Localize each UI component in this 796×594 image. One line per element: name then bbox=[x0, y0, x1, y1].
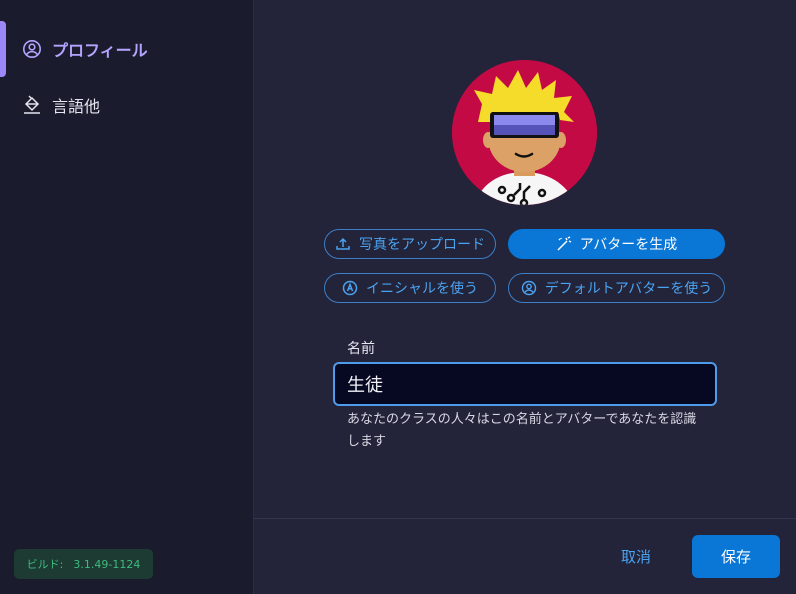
avatar-illustration bbox=[452, 60, 597, 205]
sidebar-item-language[interactable]: 言語他 bbox=[0, 77, 253, 133]
use-initials-button[interactable]: イニシャルを使う bbox=[324, 273, 496, 303]
active-indicator bbox=[0, 21, 6, 77]
use-default-avatar-button[interactable]: デフォルトアバターを使う bbox=[508, 273, 725, 303]
profile-panel: 写真をアップロード アバターを生成 イニシャルを使う デフォルトアバターを使う … bbox=[254, 0, 796, 594]
name-hint: あなたのクラスの人々はこの名前とアバターであなたを認識します bbox=[347, 412, 697, 449]
magic-wand-icon bbox=[557, 236, 572, 251]
build-label: ビルド: bbox=[26, 558, 64, 571]
sidebar-item-label: プロフィール bbox=[52, 41, 148, 60]
name-input[interactable] bbox=[333, 362, 717, 406]
sidebar: プロフィール 言語他 ビルド: 3.1.49-1124 bbox=[0, 0, 254, 594]
use-initials-label: イニシャルを使う bbox=[366, 281, 478, 297]
sidebar-item-label: 言語他 bbox=[52, 97, 101, 116]
paint-bucket-icon bbox=[22, 95, 42, 115]
upload-photo-button[interactable]: 写真をアップロード bbox=[324, 229, 496, 259]
generate-avatar-label: アバターを生成 bbox=[579, 237, 678, 253]
sidebar-item-profile[interactable]: プロフィール bbox=[0, 21, 253, 77]
build-version: 3.1.49-1124 bbox=[73, 557, 141, 571]
use-default-avatar-label: デフォルトアバターを使う bbox=[544, 281, 713, 297]
footer-divider bbox=[254, 518, 796, 519]
avatar bbox=[452, 60, 597, 205]
build-badge: ビルド: 3.1.49-1124 bbox=[14, 549, 153, 579]
upload-photo-label: 写真をアップロード bbox=[359, 237, 485, 253]
cancel-button[interactable]: 取消 bbox=[606, 546, 666, 568]
generate-avatar-button[interactable]: アバターを生成 bbox=[508, 229, 725, 259]
initials-icon bbox=[342, 280, 358, 296]
name-label: 名前 bbox=[347, 341, 375, 357]
save-button[interactable]: 保存 bbox=[692, 535, 780, 578]
user-circle-icon bbox=[521, 280, 536, 296]
upload-icon bbox=[336, 237, 350, 250]
user-circle-icon bbox=[22, 39, 42, 59]
